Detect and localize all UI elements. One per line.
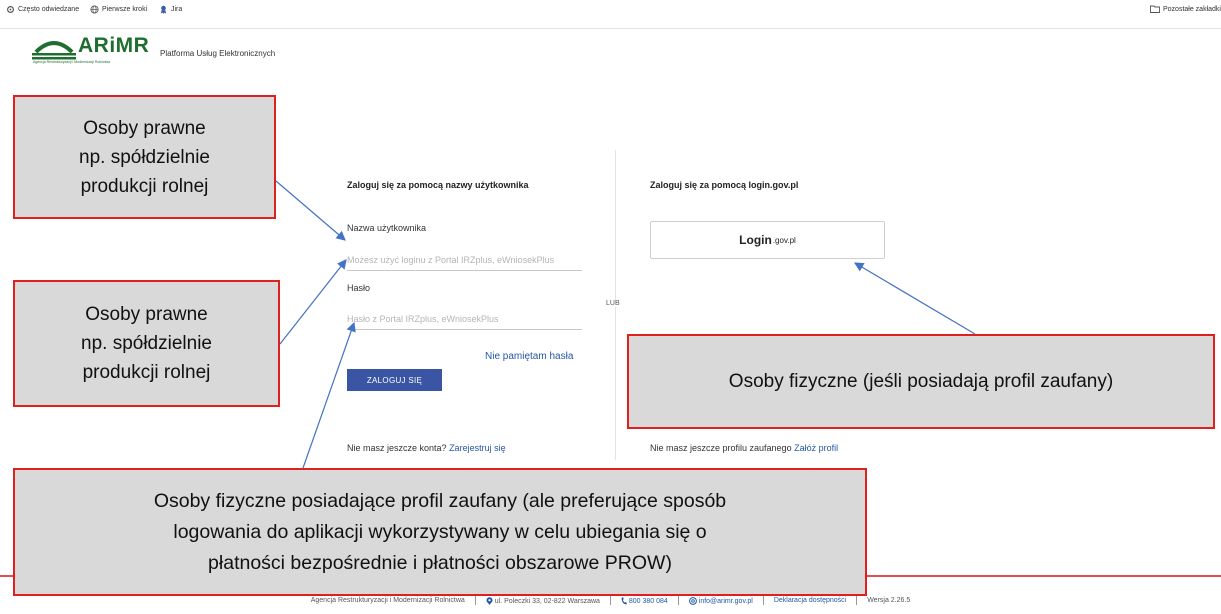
footer-version: Wersja 2.26.5 (867, 597, 911, 604)
login-gov-logo-text: Login (739, 233, 772, 247)
bookmark-other[interactable]: Pozostałe zakładki (1150, 5, 1221, 13)
callout-line: Osoby fizyczne posiadające profil zaufan… (153, 489, 727, 512)
create-profile-link[interactable]: Załóż profil (794, 443, 838, 453)
login-gov-button[interactable]: Login .gov.pl (650, 221, 885, 259)
password-label: Hasło (347, 283, 371, 293)
footer-separator (474, 596, 476, 605)
footer-address: ul. Poleczki 33, 02-822 Warszawa (486, 596, 600, 605)
callout-line: np. spółdzielnie (81, 333, 212, 354)
footer-address-text: ul. Poleczki 33, 02-822 Warszawa (494, 597, 600, 605)
footer-email-text: info@arimr.gov.pl (698, 597, 753, 605)
callout-line: logowania do aplikacji wykorzystywany w … (173, 520, 707, 543)
register-prompt: Nie masz jeszcze konta? Zarejestruj się (347, 443, 506, 453)
callout-legal-entities-1: Osoby prawne np. spółdzielnie produkcji … (13, 95, 276, 219)
callout-line: produkcji rolnej (80, 175, 209, 197)
footer-phone-text: 800 380 084 (628, 597, 668, 605)
footer-accessibility-link[interactable]: Deklaracja dostępności (774, 597, 846, 604)
arrow-natural-trusted (853, 262, 976, 335)
no-account-text: Nie masz jeszcze konta? (347, 443, 447, 453)
site-footer: Agencja Restrukturyzacji i Modernizacji … (0, 596, 1221, 605)
bookmark-label: Często odwiedzane (18, 6, 80, 13)
arrow-legal-1 (275, 180, 346, 241)
bookmark-jira[interactable]: Jira (159, 5, 182, 14)
bookmark-label: Jira (171, 6, 183, 13)
globe-icon (90, 5, 99, 14)
callout-line: Osoby prawne (83, 117, 206, 139)
callout-natural-persons-trusted: Osoby fizyczne (jeśli posiadają profil z… (627, 334, 1215, 429)
or-label: LUB (606, 300, 620, 307)
arimr-logo[interactable]: ARiMR Agencja Restrukturyzacji i Moderni… (30, 34, 149, 70)
location-pin-icon (486, 596, 493, 605)
footer-separator (677, 596, 679, 605)
logo-text: ARiMR (78, 34, 150, 57)
bookmark-frequent[interactable]: Często odwiedzane (6, 5, 79, 14)
forgot-password-link[interactable]: Nie pamiętam hasła (485, 351, 573, 362)
username-label: Nazwa użytkownika (347, 223, 427, 233)
platform-title: Platforma Usług Elektronicznych (160, 49, 276, 58)
login-gov-title: Zaloguj się za pomocą login.gov.pl (650, 180, 799, 190)
bookmark-first-steps[interactable]: Pierwsze kroki (90, 5, 147, 14)
logo-subtitle: Agencja Restrukturyzacji i Modernizacji … (33, 60, 111, 64)
callout-line: płatności bezpośrednie i płatności obsza… (208, 551, 672, 574)
callout-legal-entities-2: Osoby prawne np. spółdzielnie produkcji … (13, 280, 280, 407)
callout-line: produkcji rolnej (82, 362, 211, 383)
footer-separator (609, 596, 611, 605)
username-input[interactable] (347, 252, 582, 271)
folder-icon (1150, 5, 1160, 13)
login-user-title: Zaloguj się za pomocą nazwy użytkownika (347, 180, 529, 190)
register-link[interactable]: Zarejestruj się (449, 443, 506, 453)
profile-prompt: Nie masz jeszcze profilu zaufanego Załóż… (650, 443, 838, 453)
arrow-legal-2 (279, 259, 347, 345)
callout-line: np. spółdzielnie (79, 146, 210, 168)
bookmarks-bar: Często odwiedzane Pierwsze kroki Jira Po… (0, 0, 1221, 29)
award-icon (160, 5, 167, 14)
bookmark-label: Pozostałe zakładki (1163, 5, 1221, 13)
site-header: ARiMR Agencja Restrukturyzacji i Moderni… (0, 28, 1221, 80)
phone-icon (621, 597, 627, 604)
no-profile-text: Nie masz jeszcze profilu zaufanego (650, 443, 792, 453)
login-button[interactable]: ZALOGUJ SIĘ (347, 369, 442, 391)
footer-separator (856, 596, 858, 605)
callout-natural-persons-preferring: Osoby fizyczne posiadające profil zaufan… (13, 468, 867, 596)
gear-icon (7, 6, 14, 13)
callout-line: Osoby fizyczne (jeśli posiadają profil z… (728, 370, 1114, 392)
footer-separator (762, 596, 764, 605)
footer-agency: Agencja Restrukturyzacji i Modernizacji … (310, 597, 465, 604)
callout-line: Osoby prawne (85, 304, 208, 325)
login-gov-logo-domain: .gov.pl (772, 235, 796, 245)
bookmark-label: Pierwsze kroki (102, 6, 148, 13)
logo-mark-icon (32, 41, 76, 60)
at-sign-icon (688, 596, 697, 605)
password-input[interactable] (347, 311, 582, 330)
footer-phone[interactable]: 800 380 084 (621, 597, 668, 605)
footer-email[interactable]: info@arimr.gov.pl (688, 596, 753, 605)
